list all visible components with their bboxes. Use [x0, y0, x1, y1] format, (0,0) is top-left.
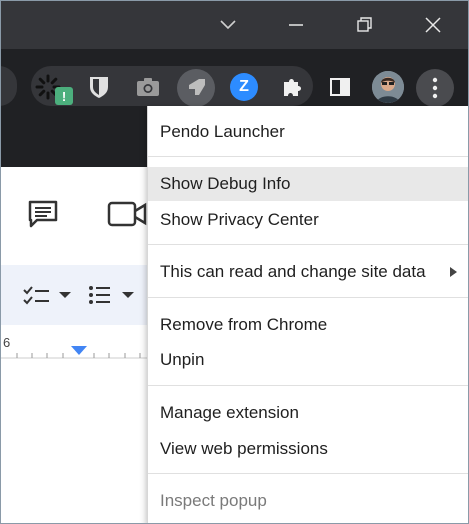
- shield-extension-icon[interactable]: [85, 73, 113, 101]
- ruler: 6: [1, 335, 161, 359]
- warning-badge: !: [55, 87, 73, 105]
- menu-divider: [148, 297, 468, 298]
- avatar[interactable]: [372, 71, 404, 103]
- menu-item-site-data-access[interactable]: This can read and change site data: [148, 255, 468, 289]
- indent-marker-icon[interactable]: [71, 346, 87, 356]
- menu-item-unpin[interactable]: Unpin: [148, 343, 468, 377]
- menu-item-show-privacy-center[interactable]: Show Privacy Center: [148, 203, 468, 237]
- camera-extension-icon[interactable]: [134, 73, 162, 101]
- extension-context-menu: Pendo Launcher Show Debug Info Show Priv…: [147, 106, 468, 523]
- close-icon[interactable]: [417, 9, 449, 41]
- video-call-icon[interactable]: [107, 201, 147, 232]
- zoom-letter: Z: [239, 78, 249, 95]
- menu-divider: [148, 385, 468, 386]
- menu-item-remove-from-chrome[interactable]: Remove from Chrome: [148, 308, 468, 342]
- side-panel-icon[interactable]: [326, 73, 354, 101]
- title-bar: [1, 1, 468, 49]
- chevron-down-icon[interactable]: [212, 9, 244, 41]
- menu-item-site-data-label: This can read and change site data: [160, 262, 426, 281]
- menu-title-pendo-launcher[interactable]: Pendo Launcher: [148, 115, 468, 149]
- menu-item-inspect-popup: Inspect popup: [160, 491, 267, 510]
- minimize-icon[interactable]: [280, 9, 312, 41]
- pendo-launcher-icon[interactable]: [177, 69, 215, 107]
- checklist-icon[interactable]: [23, 285, 75, 310]
- puzzle-icon[interactable]: [278, 73, 306, 101]
- bulleted-list-icon[interactable]: [88, 285, 140, 310]
- comment-icon[interactable]: [27, 199, 59, 234]
- menu-divider: [148, 156, 468, 157]
- menu-divider: [148, 473, 468, 474]
- restore-icon[interactable]: [349, 9, 381, 41]
- menu-item-view-web-permissions[interactable]: View web permissions: [148, 432, 468, 466]
- menu-item-manage-extension[interactable]: Manage extension: [148, 396, 468, 430]
- zoom-extension-icon[interactable]: Z: [230, 73, 258, 101]
- submenu-arrow-icon: [450, 267, 457, 277]
- omnibox-edge[interactable]: [1, 66, 17, 106]
- browser-window: ! Z 6 Pendo Launcher Show Debug Info Sho…: [0, 0, 469, 524]
- more-options-icon[interactable]: [416, 69, 454, 107]
- menu-item-show-debug-info[interactable]: Show Debug Info: [148, 167, 468, 201]
- extensions-group: [31, 66, 313, 106]
- menu-divider: [148, 244, 468, 245]
